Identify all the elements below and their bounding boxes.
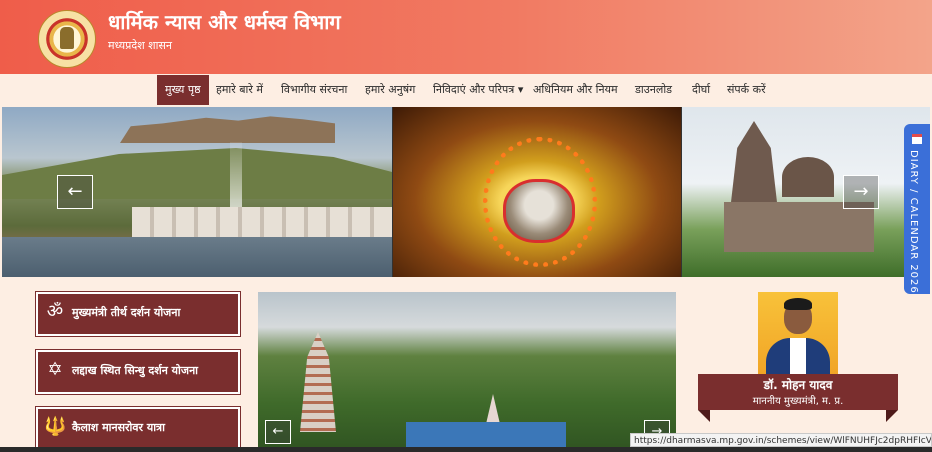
chief-minister-role: माननीय मुख्यमंत्री, म. प्र.	[752, 396, 844, 407]
nav-home[interactable]: मुख्य पृष्ठ	[157, 75, 209, 105]
bottom-edge	[0, 447, 932, 452]
mp-government-emblem-logo[interactable]	[38, 10, 96, 68]
chief-minister-photo	[758, 292, 838, 374]
nav-gallery[interactable]: दीर्घा	[692, 75, 710, 105]
image-carousel[interactable]	[2, 107, 930, 277]
nav-acts-rules[interactable]: अधिनियम और नियम	[533, 75, 618, 105]
nav-downloads[interactable]: डाउनलोड	[635, 75, 672, 105]
nav-tenders[interactable]: निविदाएं और परिपत्र ▾	[433, 75, 523, 105]
nav-about[interactable]: हमारे बारे में	[216, 75, 263, 105]
chief-minister-banner: डॉ. मोहन यादव माननीय मुख्यमंत्री, म. प्र…	[698, 374, 898, 410]
trident-icon: 🔱	[44, 416, 67, 437]
banner-fold-right	[886, 410, 898, 422]
scheme-kailash-mansarovar-button[interactable]: 🔱 कैलाश मानसरोवर यात्रा	[36, 407, 240, 451]
emblem-icon	[60, 27, 74, 49]
site-header: धार्मिक न्यास और धर्मस्व विभाग मध्यप्रदे…	[0, 0, 932, 74]
site-title[interactable]: धार्मिक न्यास और धर्मस्व विभाग	[108, 8, 341, 35]
nav-structure[interactable]: विभागीय संरचना	[281, 75, 347, 105]
status-bar-url: https://dharmasva.mp.gov.in/schemes/view…	[630, 433, 932, 447]
scheme-label: कैलाश मानसरोवर यात्रा	[72, 421, 165, 434]
diary-calendar-tab[interactable]: DIARY / CALENDAR 2026	[904, 124, 930, 294]
scheme-teerth-darshan-button[interactable]: ॐ मुख्यमंत्री तीर्थ दर्शन योजना	[36, 292, 240, 336]
slide-deity-image	[393, 107, 681, 277]
scheme-sindhu-darshan-button[interactable]: ✡ लद्दाख स्थित सिन्धु दर्शन योजना	[36, 350, 240, 394]
om-icon: ॐ	[46, 301, 64, 322]
chief-minister-name: डॉ. मोहन यादव	[763, 378, 833, 392]
scheme-label: लद्दाख स्थित सिन्धु दर्शन योजना	[72, 364, 199, 377]
featured-temple-image	[258, 292, 676, 452]
banner-fold-left	[698, 410, 710, 422]
slider-next-arrow-icon[interactable]: →	[843, 175, 879, 209]
scheme-label: मुख्यमंत्री तीर्थ दर्शन योजना	[72, 306, 181, 319]
nav-contact[interactable]: संपर्क करें	[727, 75, 766, 105]
diary-calendar-label: DIARY / CALENDAR 2026	[908, 150, 919, 294]
slider-prev-arrow-icon[interactable]: ←	[57, 175, 93, 209]
slide-temple-image	[682, 107, 930, 277]
featured-prev-arrow-icon[interactable]: ←	[265, 420, 291, 444]
star-icon: ✡	[47, 359, 63, 380]
calendar-icon	[912, 134, 922, 144]
site-subtitle: मध्यप्रदेश शासन	[108, 39, 173, 52]
nav-affiliates[interactable]: हमारे अनुषंग	[365, 75, 415, 105]
